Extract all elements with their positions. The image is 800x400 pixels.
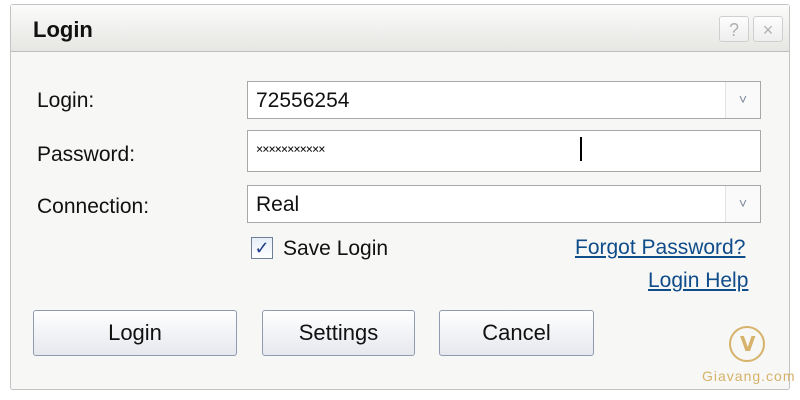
- login-value: 72556254: [256, 89, 350, 112]
- login-dropdown-button[interactable]: ˅: [725, 82, 760, 118]
- password-value: ×××××××××××: [256, 142, 325, 156]
- dialog-title: Login: [33, 17, 93, 42]
- login-help-link[interactable]: Login Help: [648, 269, 748, 293]
- watermark: V Giavang.com: [702, 326, 796, 390]
- help-button[interactable]: ?: [719, 16, 749, 42]
- close-button[interactable]: ×: [753, 16, 783, 42]
- chevron-down-icon: ˅: [738, 195, 748, 211]
- text-caret: [580, 137, 582, 161]
- connection-label: Connection:: [37, 195, 150, 218]
- title-bar: Login ? ×: [11, 5, 789, 52]
- password-field[interactable]: ×××××××××××: [247, 130, 761, 172]
- chevron-down-icon: ˅: [738, 91, 748, 107]
- settings-button[interactable]: Settings: [262, 310, 415, 356]
- login-combobox[interactable]: 72556254 ˅: [247, 81, 761, 119]
- save-login-label[interactable]: Save Login: [283, 237, 388, 261]
- connection-dropdown-button[interactable]: ˅: [725, 186, 760, 222]
- login-label: Login:: [37, 89, 95, 112]
- forgot-password-link[interactable]: Forgot Password?: [575, 236, 745, 260]
- watermark-text: Giavang.com: [702, 368, 796, 384]
- password-label: Password:: [37, 143, 136, 166]
- logo-glyph: V: [740, 332, 756, 356]
- connection-value: Real: [256, 193, 300, 216]
- save-login-checkbox[interactable]: ✓: [251, 237, 273, 259]
- login-dialog: Login ? × Login: 72556254 ˅ Password: ××…: [10, 4, 790, 390]
- cancel-button[interactable]: Cancel: [439, 310, 594, 356]
- brand-logo-icon: V: [729, 326, 765, 362]
- login-button[interactable]: Login: [33, 310, 237, 356]
- connection-select[interactable]: Real ˅: [247, 185, 761, 223]
